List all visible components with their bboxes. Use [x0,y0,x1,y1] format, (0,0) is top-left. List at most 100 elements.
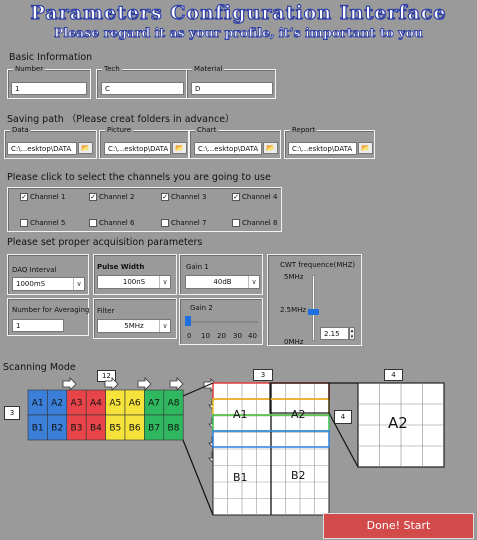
page-subtitle: Please regard it as your profile, it’s i… [54,25,424,41]
chevron-down-icon[interactable]: ∨ [159,276,170,288]
gain2-tick-20: 20 [217,332,226,340]
channel-4-label: Channel 4 [242,193,278,201]
chart-path-label: Chart [195,126,219,134]
scan-cell [163,389,184,416]
channel-1-label: Channel 1 [30,193,66,201]
folder-open-icon[interactable]: 📂 [172,142,187,154]
scan-cell [47,414,68,441]
label-width-12: 12 [97,370,116,382]
right-arrow-icon [137,377,152,391]
filter-label: Filter [97,307,115,315]
scan-cell-label: A5 [109,399,121,409]
pulse-width-select[interactable]: 100nS ∨ [97,275,171,289]
gain2-label: Gain 2 [190,304,213,312]
channel-6-checkbox[interactable] [89,219,97,227]
scan-cell [66,389,87,416]
cwt-slider-thumb[interactable] [308,309,319,316]
picture-path-group: Picture C:\...esktop\DATA 📂 [99,126,189,159]
channel-6-label: Channel 6 [99,219,135,227]
material-input[interactable]: D [191,82,273,95]
scan-cell-label: B8 [168,424,180,434]
number-group: Number 1 [7,65,91,99]
gain2-slider-track[interactable] [188,321,258,323]
channel-2-checkbox[interactable]: ✓ [89,193,97,201]
scan-cell [27,389,48,416]
channel-7-checkbox[interactable] [161,219,169,227]
scan-cell-label: B5 [109,424,121,434]
saving-path-heading: Saving path （Please creat folders in adv… [7,114,235,125]
averaging-input[interactable]: 1 [12,319,64,332]
chevron-down-icon[interactable]: ∨ [159,320,170,332]
gain2-group: Gain 2 0 10 20 30 40 [179,298,263,345]
down-arrow-icon [208,398,220,412]
cwt-group: CWT frequence(MHZ) 5MHz 2.5MHz 0MHz 2.15… [267,254,362,346]
report-path-input[interactable]: C:\...esktop\DATA [288,142,357,155]
filter-value: 5MHz [124,322,144,330]
channel-8-label: Channel 8 [242,219,278,227]
sensor-grid [212,382,330,516]
pulse-width-value: 100nS [122,278,146,286]
scan-cell-label: B7 [148,424,160,434]
chevron-down-icon[interactable]: ∨ [73,278,84,290]
cwt-value-input[interactable]: 2.15 [320,327,349,340]
scan-cell-label: A2 [51,399,63,409]
scan-cell [144,389,165,416]
channels-heading: Please click to select the channels you … [7,172,271,183]
start-button[interactable]: Done! Start [323,513,474,539]
channel-3-label: Channel 3 [171,193,207,201]
number-input[interactable]: 1 [11,82,87,95]
channel-5-label: Channel 5 [30,219,66,227]
grid-label-b2: B2 [291,469,306,482]
down-arrow-icon [208,417,220,431]
pulse-width-label: Pulse Width [97,263,145,271]
scan-cell-label: A1 [32,399,44,409]
daq-interval-group: DAQ Interval 1000mS ∨ [7,254,89,295]
gain2-slider-thumb[interactable] [185,316,191,326]
channel-5-checkbox[interactable] [20,219,28,227]
channel-8-checkbox[interactable] [232,219,240,227]
cwt-spinner-icon[interactable]: ▴ ▾ [349,327,355,340]
channel-3-checkbox[interactable]: ✓ [161,193,169,201]
daq-interval-select[interactable]: 1000mS ∨ [12,277,85,291]
scan-cell-label: B3 [71,424,83,434]
scan-cell [144,414,165,441]
report-path-group: Report C:\...esktop\DATA 📂 [284,126,375,159]
tech-label: Tech [102,65,122,73]
label-zoom-height-4: 4 [334,410,352,424]
right-arrow-icon [169,377,184,391]
folder-open-icon[interactable]: 📂 [78,142,93,154]
channel-4-checkbox[interactable]: ✓ [232,193,240,201]
scan-cell [124,389,145,416]
cwt-tick-0mhz: 0MHz [284,338,304,346]
channel-1-checkbox[interactable]: ✓ [20,193,28,201]
data-path-input[interactable]: C:\...esktop\DATA [7,142,77,155]
folder-open-icon[interactable]: 📂 [263,142,278,154]
cwt-slider-track[interactable] [312,275,315,341]
down-arrow-icon [208,451,220,465]
chart-path-input[interactable]: C:\...esktop\DATA [194,142,262,155]
picture-path-input[interactable]: C:\...esktop\DATA [104,142,171,155]
gain2-tick-30: 30 [233,332,242,340]
scan-cell [66,414,87,441]
grid-label-a1: A1 [233,408,248,421]
pulse-width-group: Pulse Width 100nS ∨ [93,254,177,295]
folder-open-icon[interactable]: 📂 [358,142,373,154]
scan-cell-label: A3 [71,399,83,409]
picture-path-label: Picture [105,126,134,134]
scan-cell [85,414,106,441]
scan-cell-label: A6 [129,399,141,409]
label-zoom-width-4: 4 [384,369,403,381]
scan-cell-label: B4 [90,424,102,434]
grid-label-a2: A2 [291,408,306,421]
gain1-label: Gain 1 [186,263,209,271]
tech-input[interactable]: C [101,82,184,95]
right-arrow-icon [203,378,218,392]
chevron-down-icon[interactable]: ∨ [248,276,259,288]
right-arrow-icon [62,377,77,391]
gain1-select[interactable]: 40dB ∨ [185,275,260,289]
label-height-3: 3 [4,406,20,420]
filter-select[interactable]: 5MHz ∨ [97,319,171,333]
grid-label-b1: B1 [233,471,248,484]
scan-cell [105,414,126,441]
material-label: Material [192,65,225,73]
